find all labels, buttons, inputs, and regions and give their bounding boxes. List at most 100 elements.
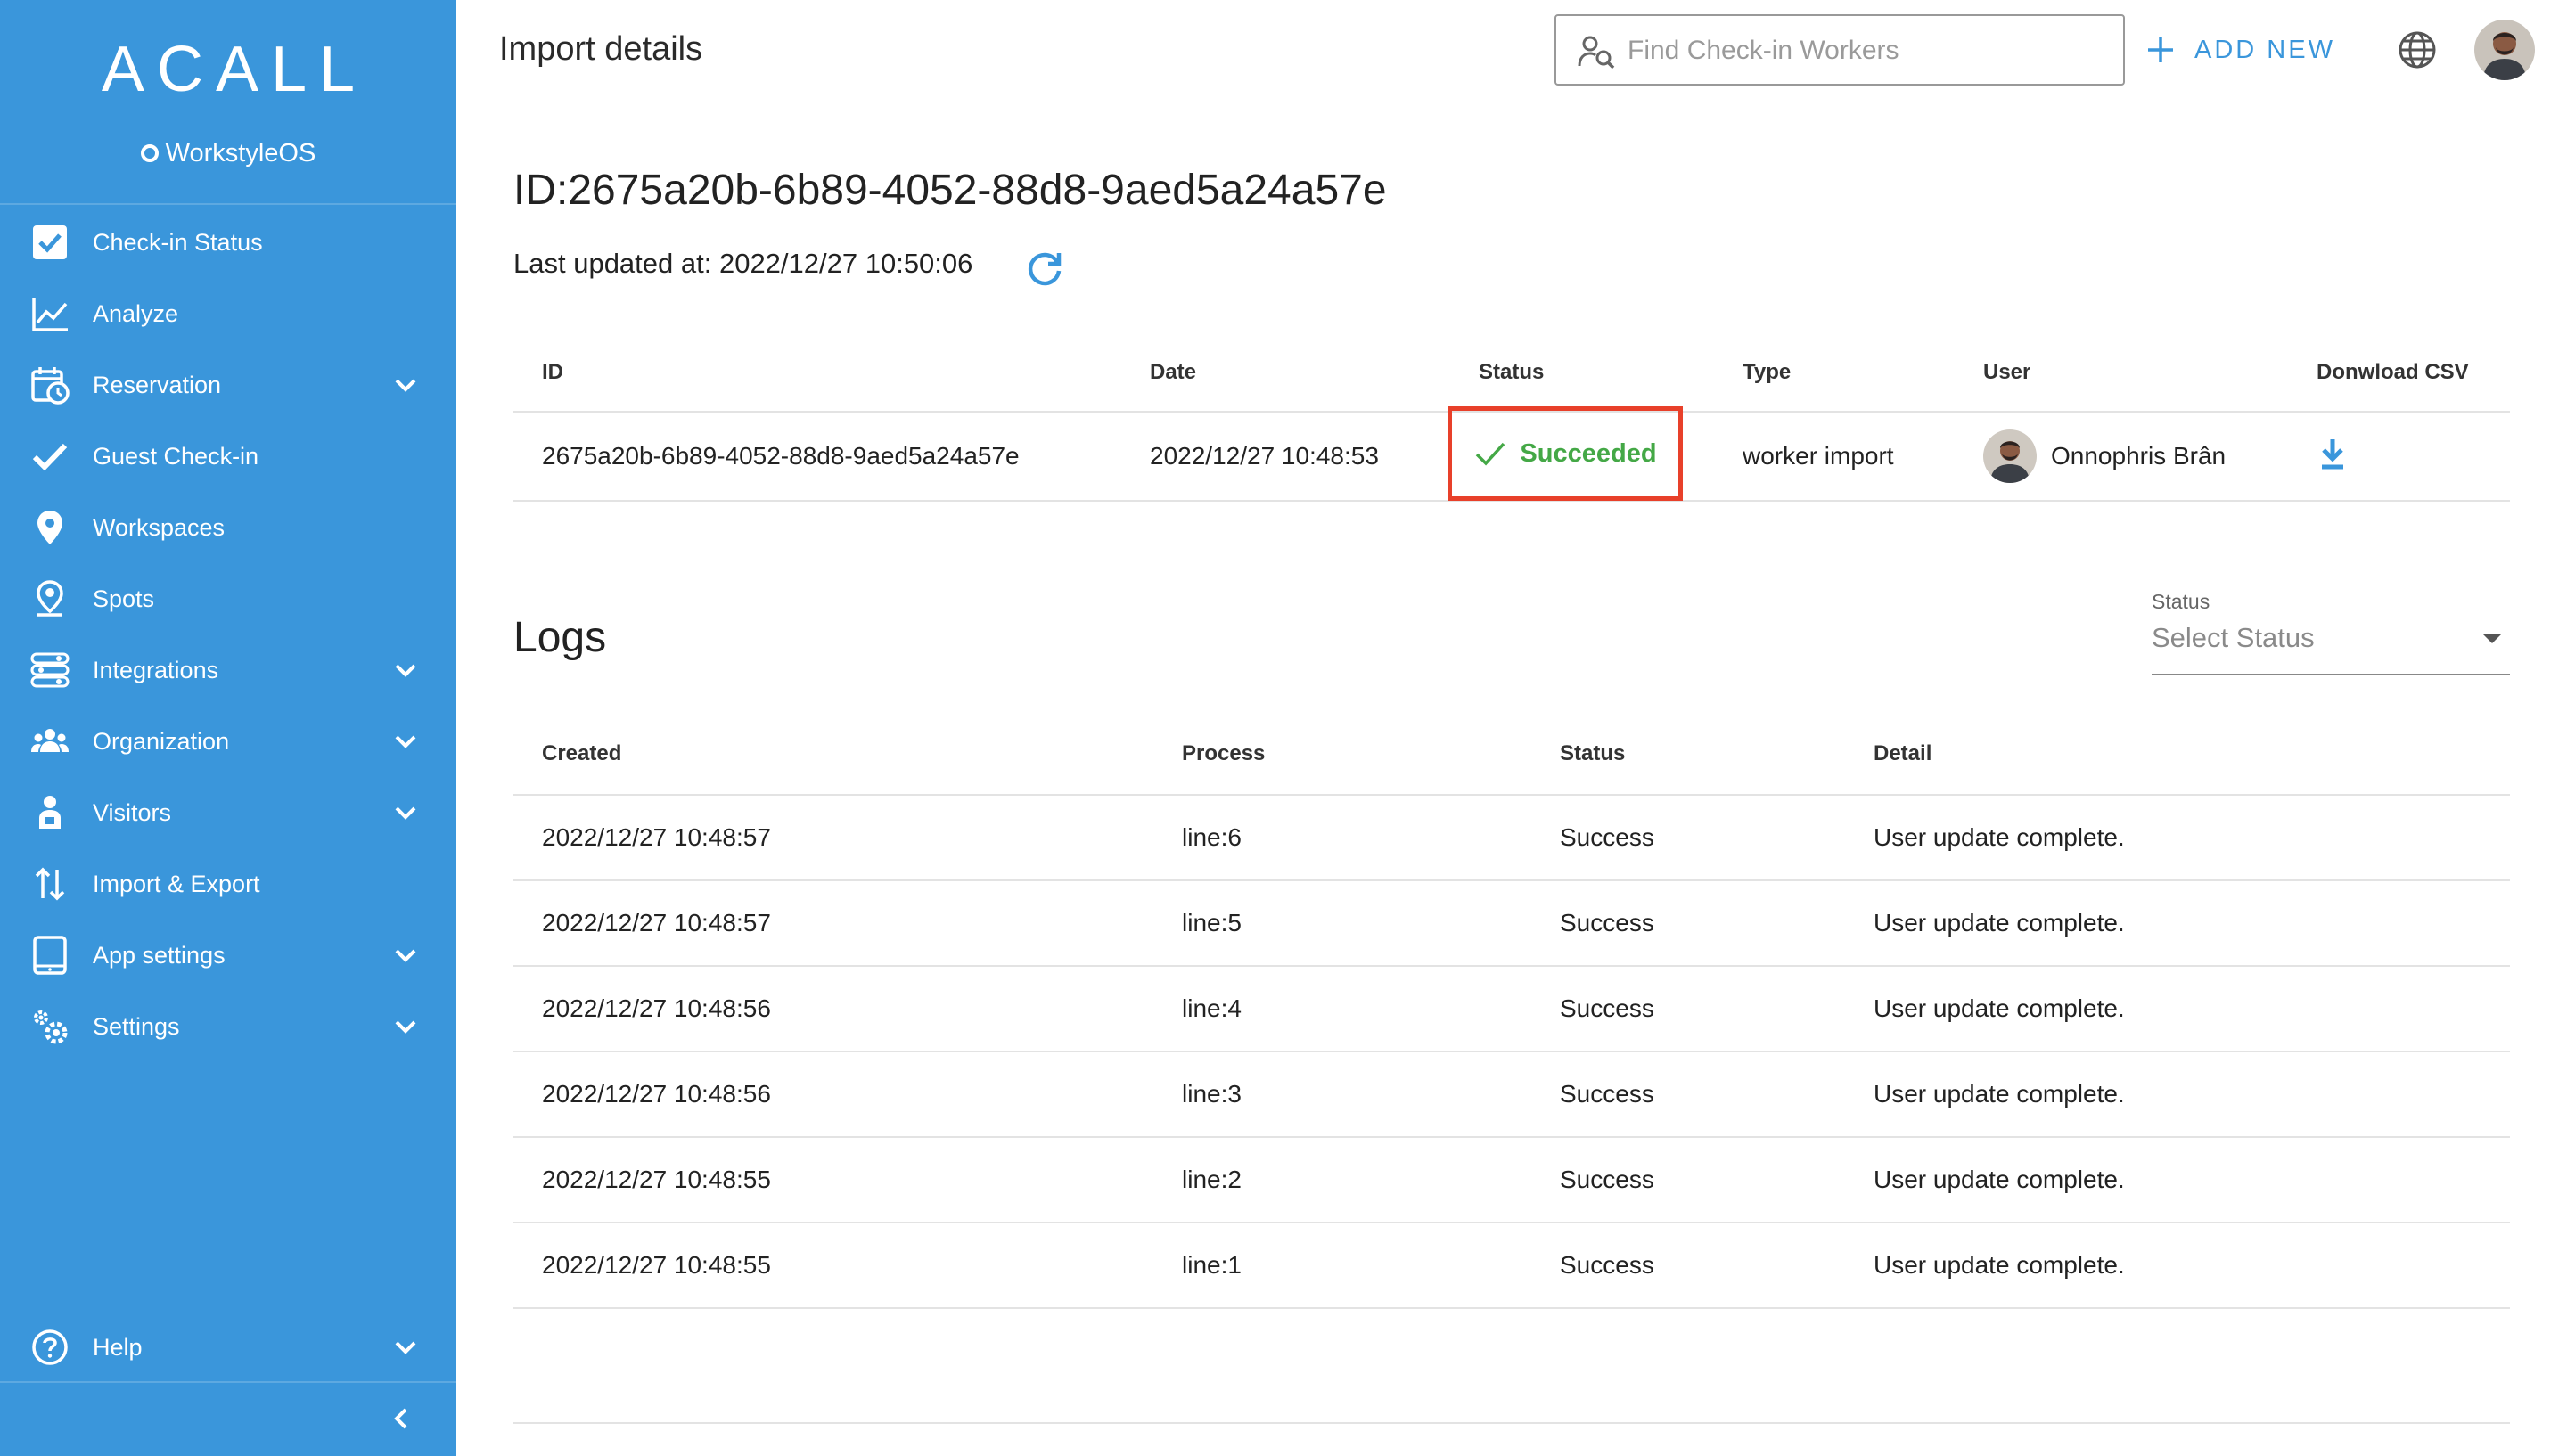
user-chip: Onnophris Brân bbox=[1983, 429, 2288, 483]
sidebar-item-label: App settings bbox=[93, 942, 226, 969]
chevron-down-icon bbox=[392, 799, 419, 826]
acall-logo[interactable]: ACALL bbox=[0, 34, 456, 105]
import-type-cell: worker import bbox=[1743, 442, 1894, 470]
column-header-status: Status bbox=[1560, 740, 1626, 765]
import-date-cell: 2022/12/27 10:48:53 bbox=[1150, 442, 1379, 470]
user-search-icon bbox=[1578, 34, 1617, 70]
sidebar-item-app-settings[interactable]: App settings bbox=[0, 920, 456, 991]
log-detail: User update complete. bbox=[1874, 994, 2125, 1022]
sidebar-item-spots[interactable]: Spots bbox=[0, 563, 456, 634]
add-new-label: ADD NEW bbox=[2194, 35, 2335, 64]
collapse-sidebar-button[interactable] bbox=[383, 1401, 419, 1436]
log-created: 2022/12/27 10:48:56 bbox=[542, 994, 771, 1022]
sidebar-item-label: Integrations bbox=[93, 657, 219, 683]
sidebar-item-label: Workspaces bbox=[93, 514, 226, 541]
globe-icon[interactable] bbox=[2398, 30, 2437, 70]
log-detail: User update complete. bbox=[1874, 1166, 2125, 1193]
status-filter-value: Select Status bbox=[2152, 622, 2315, 653]
sidebar-item-visitors[interactable]: Visitors bbox=[0, 777, 456, 848]
sidebar-item-help[interactable]: Help bbox=[0, 1312, 456, 1383]
log-detail: User update complete. bbox=[1874, 823, 2125, 851]
refresh-icon bbox=[1028, 252, 1062, 286]
sidebar-item-organization[interactable]: Organization bbox=[0, 706, 456, 777]
sidebar-item-label: Settings bbox=[93, 1013, 180, 1040]
last-updated-text: Last updated at: 2022/12/27 10:50:06 bbox=[513, 248, 973, 279]
sidebar-item-label: Help bbox=[93, 1334, 143, 1361]
column-header-user: User bbox=[1983, 359, 2031, 384]
sidebar-item-integrations[interactable]: Integrations bbox=[0, 634, 456, 706]
search-input[interactable] bbox=[1628, 29, 2109, 73]
sidebar-item-label: Guest Check-in bbox=[93, 443, 259, 470]
column-header-download-csv: Donwload CSV bbox=[2317, 359, 2469, 384]
sidebar-item-check-in-status[interactable]: Check-in Status bbox=[0, 207, 456, 278]
sidebar-item-label: Visitors bbox=[93, 799, 172, 826]
sidebar-item-label: Organization bbox=[93, 728, 230, 755]
sidebar-item-analyze[interactable]: Analyze bbox=[0, 278, 456, 349]
log-detail: User update complete. bbox=[1874, 1251, 2125, 1279]
import-user-cell: Onnophris Brân bbox=[1955, 412, 2288, 501]
log-created: 2022/12/27 10:48:56 bbox=[542, 1080, 771, 1108]
table-row: 2022/12/27 10:48:56 line:4 Success User … bbox=[513, 966, 2510, 1051]
table-bottom-divider bbox=[513, 1422, 2510, 1424]
check-icon bbox=[1476, 442, 1505, 466]
table-row: 2022/12/27 10:48:55 line:1 Success User … bbox=[513, 1223, 2510, 1308]
status-filter-select[interactable]: Status Select Status bbox=[2152, 590, 2510, 675]
chevron-down-icon bbox=[392, 942, 419, 969]
column-header-id: ID bbox=[542, 359, 563, 384]
log-created: 2022/12/27 10:48:55 bbox=[542, 1251, 771, 1279]
sidebar-item-reservation[interactable]: Reservation bbox=[0, 349, 456, 421]
dropdown-arrow-icon bbox=[2483, 634, 2501, 643]
plus-icon bbox=[2148, 37, 2173, 62]
log-process: line:2 bbox=[1182, 1166, 1242, 1193]
chevron-down-icon bbox=[392, 1334, 419, 1361]
column-header-status: Status bbox=[1479, 359, 1545, 384]
column-header-process: Process bbox=[1182, 740, 1266, 765]
log-created: 2022/12/27 10:48:55 bbox=[542, 1166, 771, 1193]
download-csv-cell bbox=[2288, 412, 2510, 501]
user-name: Onnophris Brân bbox=[2051, 442, 2227, 470]
checkmark-icon bbox=[30, 437, 70, 476]
table-header-row: Created Process Status Detail bbox=[513, 713, 2510, 795]
logs-table: Created Process Status Detail 2022/12/27… bbox=[513, 713, 2510, 1309]
column-header-type: Type bbox=[1743, 359, 1792, 384]
help-circle-icon bbox=[30, 1328, 70, 1367]
group-icon bbox=[30, 722, 70, 761]
sidebar-item-workspaces[interactable]: Workspaces bbox=[0, 492, 456, 563]
log-status: Success bbox=[1560, 909, 1654, 937]
refresh-button[interactable] bbox=[1023, 246, 1066, 289]
sidebar-divider bbox=[0, 1381, 456, 1383]
add-new-button[interactable]: ADD NEW bbox=[2145, 25, 2335, 75]
sidebar-item-guest-check-in[interactable]: Guest Check-in bbox=[0, 421, 456, 492]
logs-title: Logs bbox=[513, 614, 607, 661]
log-process: line:3 bbox=[1182, 1080, 1242, 1108]
calendar-clock-icon bbox=[30, 365, 70, 405]
log-status: Success bbox=[1560, 1166, 1654, 1193]
status-filter-caption: Status bbox=[2152, 590, 2210, 613]
table-row: 2022/12/27 10:48:57 line:5 Success User … bbox=[513, 880, 2510, 966]
status-label: Succeeded bbox=[1520, 438, 1657, 468]
chevron-down-icon bbox=[392, 1013, 419, 1040]
column-header-created: Created bbox=[542, 740, 622, 765]
integration-icon bbox=[30, 650, 70, 690]
table-row: 2022/12/27 10:48:56 line:3 Success User … bbox=[513, 1051, 2510, 1137]
person-pin-icon bbox=[30, 579, 70, 618]
column-header-detail: Detail bbox=[1874, 740, 1932, 765]
log-status: Success bbox=[1560, 1080, 1654, 1108]
import-id-title: ID:2675a20b-6b89-4052-88d8-9aed5a24a57e bbox=[513, 167, 1387, 214]
log-process: line:5 bbox=[1182, 909, 1242, 937]
workstyleos-label: WorkstyleOS bbox=[165, 139, 316, 168]
sidebar-item-label: Spots bbox=[93, 585, 155, 612]
chevron-left-icon bbox=[394, 1408, 407, 1429]
user-avatar[interactable] bbox=[2474, 20, 2535, 80]
search-box[interactable] bbox=[1554, 14, 2125, 86]
download-icon[interactable] bbox=[2317, 436, 2349, 471]
brand-header: ACALL WorkstyleOS bbox=[0, 0, 456, 205]
sidebar-item-import-export[interactable]: Import & Export bbox=[0, 848, 456, 920]
column-header-date: Date bbox=[1150, 359, 1197, 384]
status-badge: Succeeded bbox=[1448, 406, 1683, 501]
sidebar-item-settings[interactable]: Settings bbox=[0, 991, 456, 1062]
table-row: 2022/12/27 10:48:55 line:2 Success User … bbox=[513, 1137, 2510, 1223]
sidebar-item-label: Check-in Status bbox=[93, 229, 263, 256]
avatar bbox=[1983, 429, 2037, 483]
app-window: ACALL WorkstyleOS Check-in Status Analyz… bbox=[0, 0, 2567, 1456]
